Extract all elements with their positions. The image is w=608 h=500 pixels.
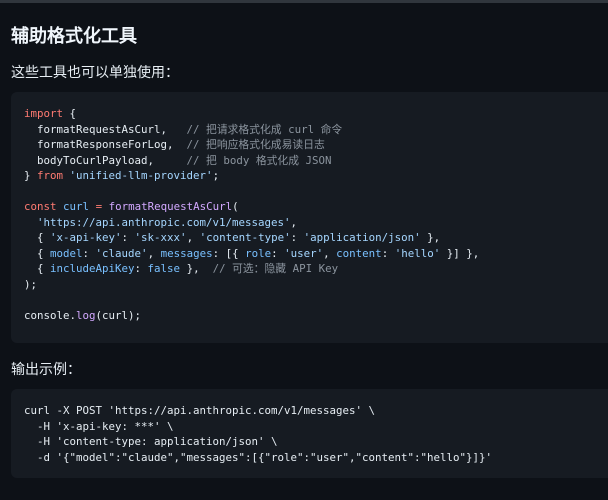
code-line: ); — [24, 277, 479, 293]
code-token: const — [24, 200, 57, 213]
section-heading: 辅助格式化工具 — [11, 26, 137, 47]
code-token: log — [76, 308, 96, 322]
code-line: const curl = formatRequestAsCurl( — [24, 199, 479, 215]
output-token: -H 'x-api-key: ***' \ — [24, 419, 174, 433]
code-token: // 可选：隐藏 API Key — [212, 262, 339, 275]
output-line: -H 'x-api-key: ***' \ — [24, 419, 492, 435]
code-token: }] }, — [440, 246, 480, 260]
code-block-usage[interactable]: import { formatRequestAsCurl, // 把请求格式化成… — [11, 92, 608, 343]
code-token: (curl); — [95, 308, 142, 322]
code-token: 'sk-xxx' — [134, 231, 187, 244]
intro-text: 这些工具也可以单独使用： — [11, 65, 179, 81]
output-content: curl -X POST 'https://api.anthropic.com/… — [24, 403, 492, 465]
code-token: 'claude' — [95, 246, 148, 260]
code-token: ( — [232, 200, 239, 213]
code-token: : — [121, 231, 135, 244]
code-token: , — [323, 246, 337, 260]
code-token: { — [24, 246, 51, 260]
code-token: // 把请求格式化成 curl 命令 — [186, 122, 343, 136]
code-line: formatResponseForLog, // 把响应格式化成易读日志 — [24, 137, 479, 153]
code-token: { — [63, 107, 77, 120]
code-content: import { formatRequestAsCurl, // 把请求格式化成… — [24, 106, 479, 323]
output-line: curl -X POST 'https://api.anthropic.com/… — [24, 403, 492, 419]
code-token: 'user' — [284, 246, 324, 260]
code-token: role — [245, 246, 272, 260]
code-line: bodyToCurlPayload, // 把 body 格式化成 JSON — [24, 153, 479, 169]
code-line: } from 'unified-llm-provider'; — [24, 168, 479, 184]
top-divider — [0, 0, 608, 3]
code-token: } — [24, 169, 38, 182]
code-token: bodyToCurlPayload, — [24, 153, 187, 167]
code-token: : — [271, 246, 285, 260]
code-token: 'https://api.anthropic.com/v1/messages' — [37, 215, 291, 229]
output-token: curl -X POST 'https://api.anthropic.com/… — [24, 404, 376, 417]
code-token: 'content-type' — [199, 231, 291, 244]
code-token: formatRequestAsCurl — [108, 200, 233, 213]
code-token: : — [290, 231, 304, 244]
code-token: messages — [160, 246, 213, 260]
code-token: // 把响应格式化成易读日志 — [186, 138, 325, 151]
code-token: }, — [180, 262, 213, 275]
output-label: 输出示例： — [11, 362, 81, 378]
output-line: -H 'content-type: application/json' \ — [24, 434, 492, 450]
code-line: { model: 'claude', messages: [{ role: 'u… — [24, 246, 479, 262]
code-line: console.log(curl); — [24, 308, 479, 324]
code-token: 'unified-llm-provider' — [69, 169, 213, 182]
code-token: , — [186, 231, 200, 244]
code-token: content — [336, 246, 382, 260]
output-token: -H 'content-type: application/json' \ — [24, 435, 278, 448]
code-token: }, — [420, 231, 441, 244]
output-token: -d '{"model":"claude","messages":[{"role… — [24, 450, 493, 464]
code-token: model — [50, 246, 83, 260]
code-token: ; — [212, 169, 220, 182]
code-token: ); — [24, 277, 38, 291]
code-token: 'application/json' — [303, 231, 421, 244]
code-token: curl — [63, 200, 90, 213]
code-token: formatResponseForLog, — [24, 138, 187, 151]
code-token: { — [24, 231, 51, 244]
code-line: { 'x-api-key': 'sk-xxx', 'content-type':… — [24, 230, 479, 246]
code-token: console. — [24, 308, 77, 322]
code-line: { includeApiKey: false }, // 可选：隐藏 API K… — [24, 261, 479, 277]
code-token: false — [147, 262, 181, 275]
code-block-output[interactable]: curl -X POST 'https://api.anthropic.com/… — [11, 389, 608, 478]
code-token: // 把 body 格式化成 JSON — [186, 153, 332, 167]
code-token: : — [134, 262, 148, 275]
code-token: : — [381, 246, 395, 260]
code-line: 'https://api.anthropic.com/v1/messages', — [24, 215, 479, 231]
code-token: : [{ — [212, 246, 246, 260]
code-token: from — [37, 169, 64, 182]
code-token: , — [147, 246, 161, 260]
code-token: import — [24, 107, 64, 120]
code-token: , — [290, 215, 298, 229]
code-token: : — [82, 246, 96, 260]
code-token: formatRequestAsCurl, — [24, 122, 187, 136]
code-token: { — [24, 262, 51, 275]
code-line: formatRequestAsCurl, // 把请求格式化成 curl 命令 — [24, 122, 479, 138]
code-line: import { — [24, 106, 479, 122]
output-line: -d '{"model":"claude","messages":[{"role… — [24, 450, 492, 466]
code-token: includeApiKey — [50, 262, 135, 275]
code-token: 'x-api-key' — [50, 231, 122, 244]
code-token: 'hello' — [394, 246, 441, 260]
